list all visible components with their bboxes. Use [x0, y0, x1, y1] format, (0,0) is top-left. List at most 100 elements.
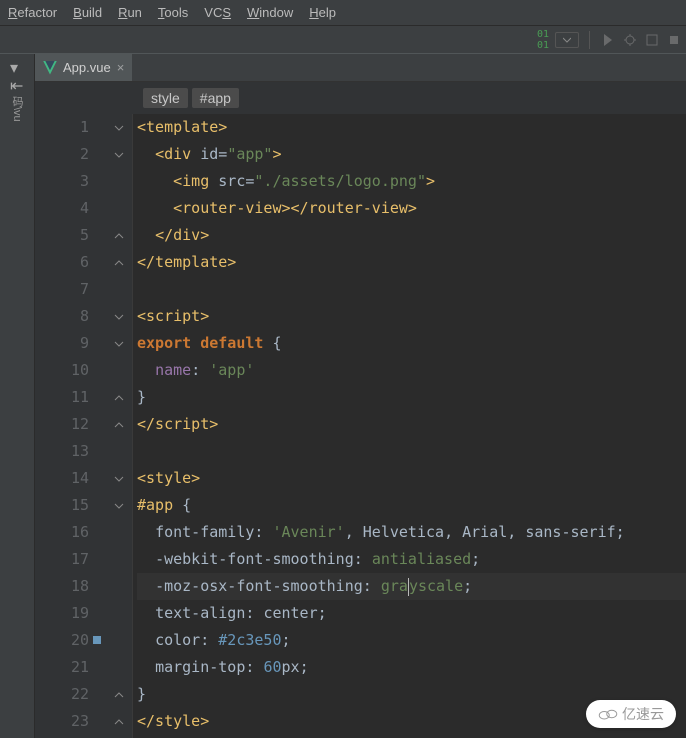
stop-icon[interactable]	[666, 32, 682, 48]
code-line[interactable]: <router-view></router-view>	[137, 195, 686, 222]
sidebar-label: 码\vu	[9, 96, 25, 122]
code-line[interactable]: <div id="app">	[137, 141, 686, 168]
line-number: 1	[35, 114, 89, 141]
line-number: 23	[35, 708, 89, 735]
main-area: ▾ ⇤ 码\vu App.vue × style #app 1234567891…	[0, 54, 686, 738]
code-line[interactable]: }	[137, 384, 686, 411]
line-gutter: 1234567891011121314151617181920212223	[35, 114, 105, 738]
line-number: 9	[35, 330, 89, 357]
code-line[interactable]	[137, 438, 686, 465]
breadcrumb-item[interactable]: #app	[192, 88, 239, 108]
breadcrumb-bar: style #app	[35, 82, 686, 114]
breadcrumb-item[interactable]: style	[143, 88, 188, 108]
fold-marker	[105, 627, 132, 654]
fold-marker[interactable]	[105, 708, 132, 735]
fold-marker	[105, 438, 132, 465]
fold-marker[interactable]	[105, 303, 132, 330]
fold-marker[interactable]	[105, 465, 132, 492]
code-line[interactable]: font-family: 'Avenir', Helvetica, Arial,…	[137, 519, 686, 546]
fold-marker[interactable]	[105, 222, 132, 249]
code-line[interactable]: </script>	[137, 411, 686, 438]
line-number: 17	[35, 546, 89, 573]
code-line[interactable]: </template>	[137, 249, 686, 276]
fold-marker	[105, 276, 132, 303]
fold-marker	[105, 168, 132, 195]
editor: App.vue × style #app 1234567891011121314…	[35, 54, 686, 738]
fold-marker[interactable]	[105, 249, 132, 276]
fold-marker[interactable]	[105, 330, 132, 357]
line-number: 22	[35, 681, 89, 708]
menu-tools[interactable]: Tools	[150, 1, 196, 24]
line-number: 10	[35, 357, 89, 384]
code-line[interactable]: </div>	[137, 222, 686, 249]
line-number: 14	[35, 465, 89, 492]
fold-marker[interactable]	[105, 141, 132, 168]
fold-marker	[105, 546, 132, 573]
line-number: 18	[35, 573, 89, 600]
code-line[interactable]: margin-top: 60px;	[137, 654, 686, 681]
close-icon[interactable]: ×	[117, 60, 125, 75]
fold-marker[interactable]	[105, 681, 132, 708]
line-number: 6	[35, 249, 89, 276]
code-line[interactable]: text-align: center;	[137, 600, 686, 627]
run-config-combo[interactable]	[555, 32, 579, 48]
line-number: 21	[35, 654, 89, 681]
fold-marker[interactable]	[105, 114, 132, 141]
line-number: 13	[35, 438, 89, 465]
code-line[interactable]: -webkit-font-smoothing: antialiased;	[137, 546, 686, 573]
line-number: 15	[35, 492, 89, 519]
code-text[interactable]: <template> <div id="app"> <img src="./as…	[133, 114, 686, 738]
line-number: 2	[35, 141, 89, 168]
menu-build[interactable]: Build	[65, 1, 110, 24]
line-number: 11	[35, 384, 89, 411]
vue-file-icon	[43, 61, 57, 75]
fold-marker	[105, 357, 132, 384]
project-tool-icon[interactable]: ▾	[10, 58, 24, 72]
line-number: 16	[35, 519, 89, 546]
menu-run[interactable]: Run	[110, 1, 150, 24]
code-line[interactable]: <script>	[137, 303, 686, 330]
menu-help[interactable]: Help	[301, 1, 344, 24]
fold-marker	[105, 600, 132, 627]
tab-filename: App.vue	[63, 60, 111, 75]
code-line[interactable]: <style>	[137, 465, 686, 492]
code-area[interactable]: 1234567891011121314151617181920212223 <t…	[35, 114, 686, 738]
code-line[interactable]: -moz-osx-font-smoothing: grayscale;	[137, 573, 686, 600]
code-line[interactable]: export default {	[137, 330, 686, 357]
coverage-icon[interactable]	[644, 32, 660, 48]
code-line[interactable]: #app {	[137, 492, 686, 519]
code-line[interactable]: color: #2c3e50;	[137, 627, 686, 654]
line-number: 12	[35, 411, 89, 438]
code-line[interactable]: name: 'app'	[137, 357, 686, 384]
code-line[interactable]: <template>	[137, 114, 686, 141]
fold-marker	[105, 519, 132, 546]
fold-marker	[105, 573, 132, 600]
fold-marker[interactable]	[105, 411, 132, 438]
editor-tabs: App.vue ×	[35, 54, 686, 82]
menu-bar: RefactorBuildRunToolsVCSWindowHelp	[0, 0, 686, 26]
code-line[interactable]: <img src="./assets/logo.png">	[137, 168, 686, 195]
menu-window[interactable]: Window	[239, 1, 301, 24]
debug-icon[interactable]	[622, 32, 638, 48]
fold-marker	[105, 654, 132, 681]
line-number: 3	[35, 168, 89, 195]
file-tab[interactable]: App.vue ×	[35, 54, 133, 81]
build-icon[interactable]: 0101	[537, 29, 549, 51]
collapse-icon[interactable]: ⇤	[10, 76, 24, 90]
fold-marker[interactable]	[105, 384, 132, 411]
line-number: 4	[35, 195, 89, 222]
code-line[interactable]	[137, 276, 686, 303]
tool-window-strip: ▾ ⇤ 码\vu	[0, 54, 35, 738]
watermark: 亿速云	[586, 700, 676, 728]
fold-strip	[105, 114, 133, 738]
line-number: 20	[35, 627, 89, 654]
menu-vcs[interactable]: VCS	[196, 1, 239, 24]
line-number: 7	[35, 276, 89, 303]
fold-marker[interactable]	[105, 492, 132, 519]
menu-refactor[interactable]: Refactor	[0, 1, 65, 24]
line-number: 8	[35, 303, 89, 330]
line-number: 19	[35, 600, 89, 627]
run-icon[interactable]	[600, 32, 616, 48]
toolbar: 0101	[0, 26, 686, 54]
fold-marker	[105, 195, 132, 222]
